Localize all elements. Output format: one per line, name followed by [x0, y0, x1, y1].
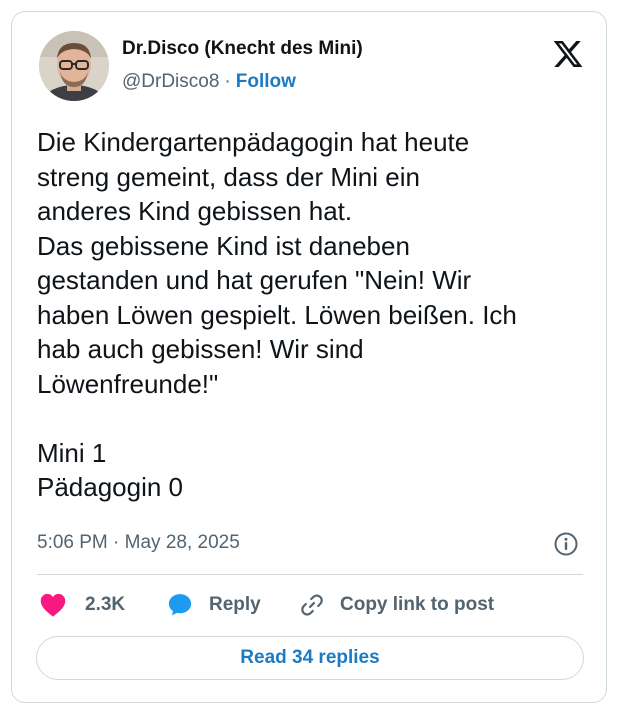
info-icon[interactable] — [553, 531, 579, 557]
avatar-image — [39, 31, 109, 101]
post-card: Dr.Disco (Knecht des Mini) @DrDisco8 · Fol… — [11, 11, 607, 703]
speech-bubble-icon — [168, 594, 192, 616]
follow-button[interactable]: Follow — [236, 71, 296, 92]
heart-icon — [40, 593, 66, 617]
read-replies-label: Read 34 replies — [240, 647, 380, 668]
author-meta: @DrDisco8 · Follow — [122, 71, 296, 93]
author-handle[interactable]: @DrDisco8 — [122, 71, 219, 92]
read-replies-button[interactable]: Read 34 replies — [36, 636, 584, 680]
avatar[interactable] — [39, 31, 109, 101]
like-count: 2.3K — [85, 594, 126, 615]
copy-link-button[interactable]: Copy link to post — [299, 590, 494, 620]
like-button[interactable]: 2.3K — [39, 590, 125, 620]
divider — [37, 574, 583, 575]
link-icon — [301, 594, 323, 616]
post-text: Die Kindergartenpädagogin hat heute stre… — [37, 127, 517, 502]
reply-label: Reply — [209, 594, 261, 615]
post-timestamp[interactable]: 5:06 PM · May 28, 2025 — [37, 532, 240, 554]
meta-separator: · — [224, 71, 231, 92]
reply-button[interactable]: Reply — [167, 590, 261, 620]
author-name[interactable]: Dr.Disco (Knecht des Mini) — [122, 38, 363, 60]
x-logo-icon[interactable] — [552, 38, 584, 70]
copy-link-label: Copy link to post — [340, 594, 495, 615]
